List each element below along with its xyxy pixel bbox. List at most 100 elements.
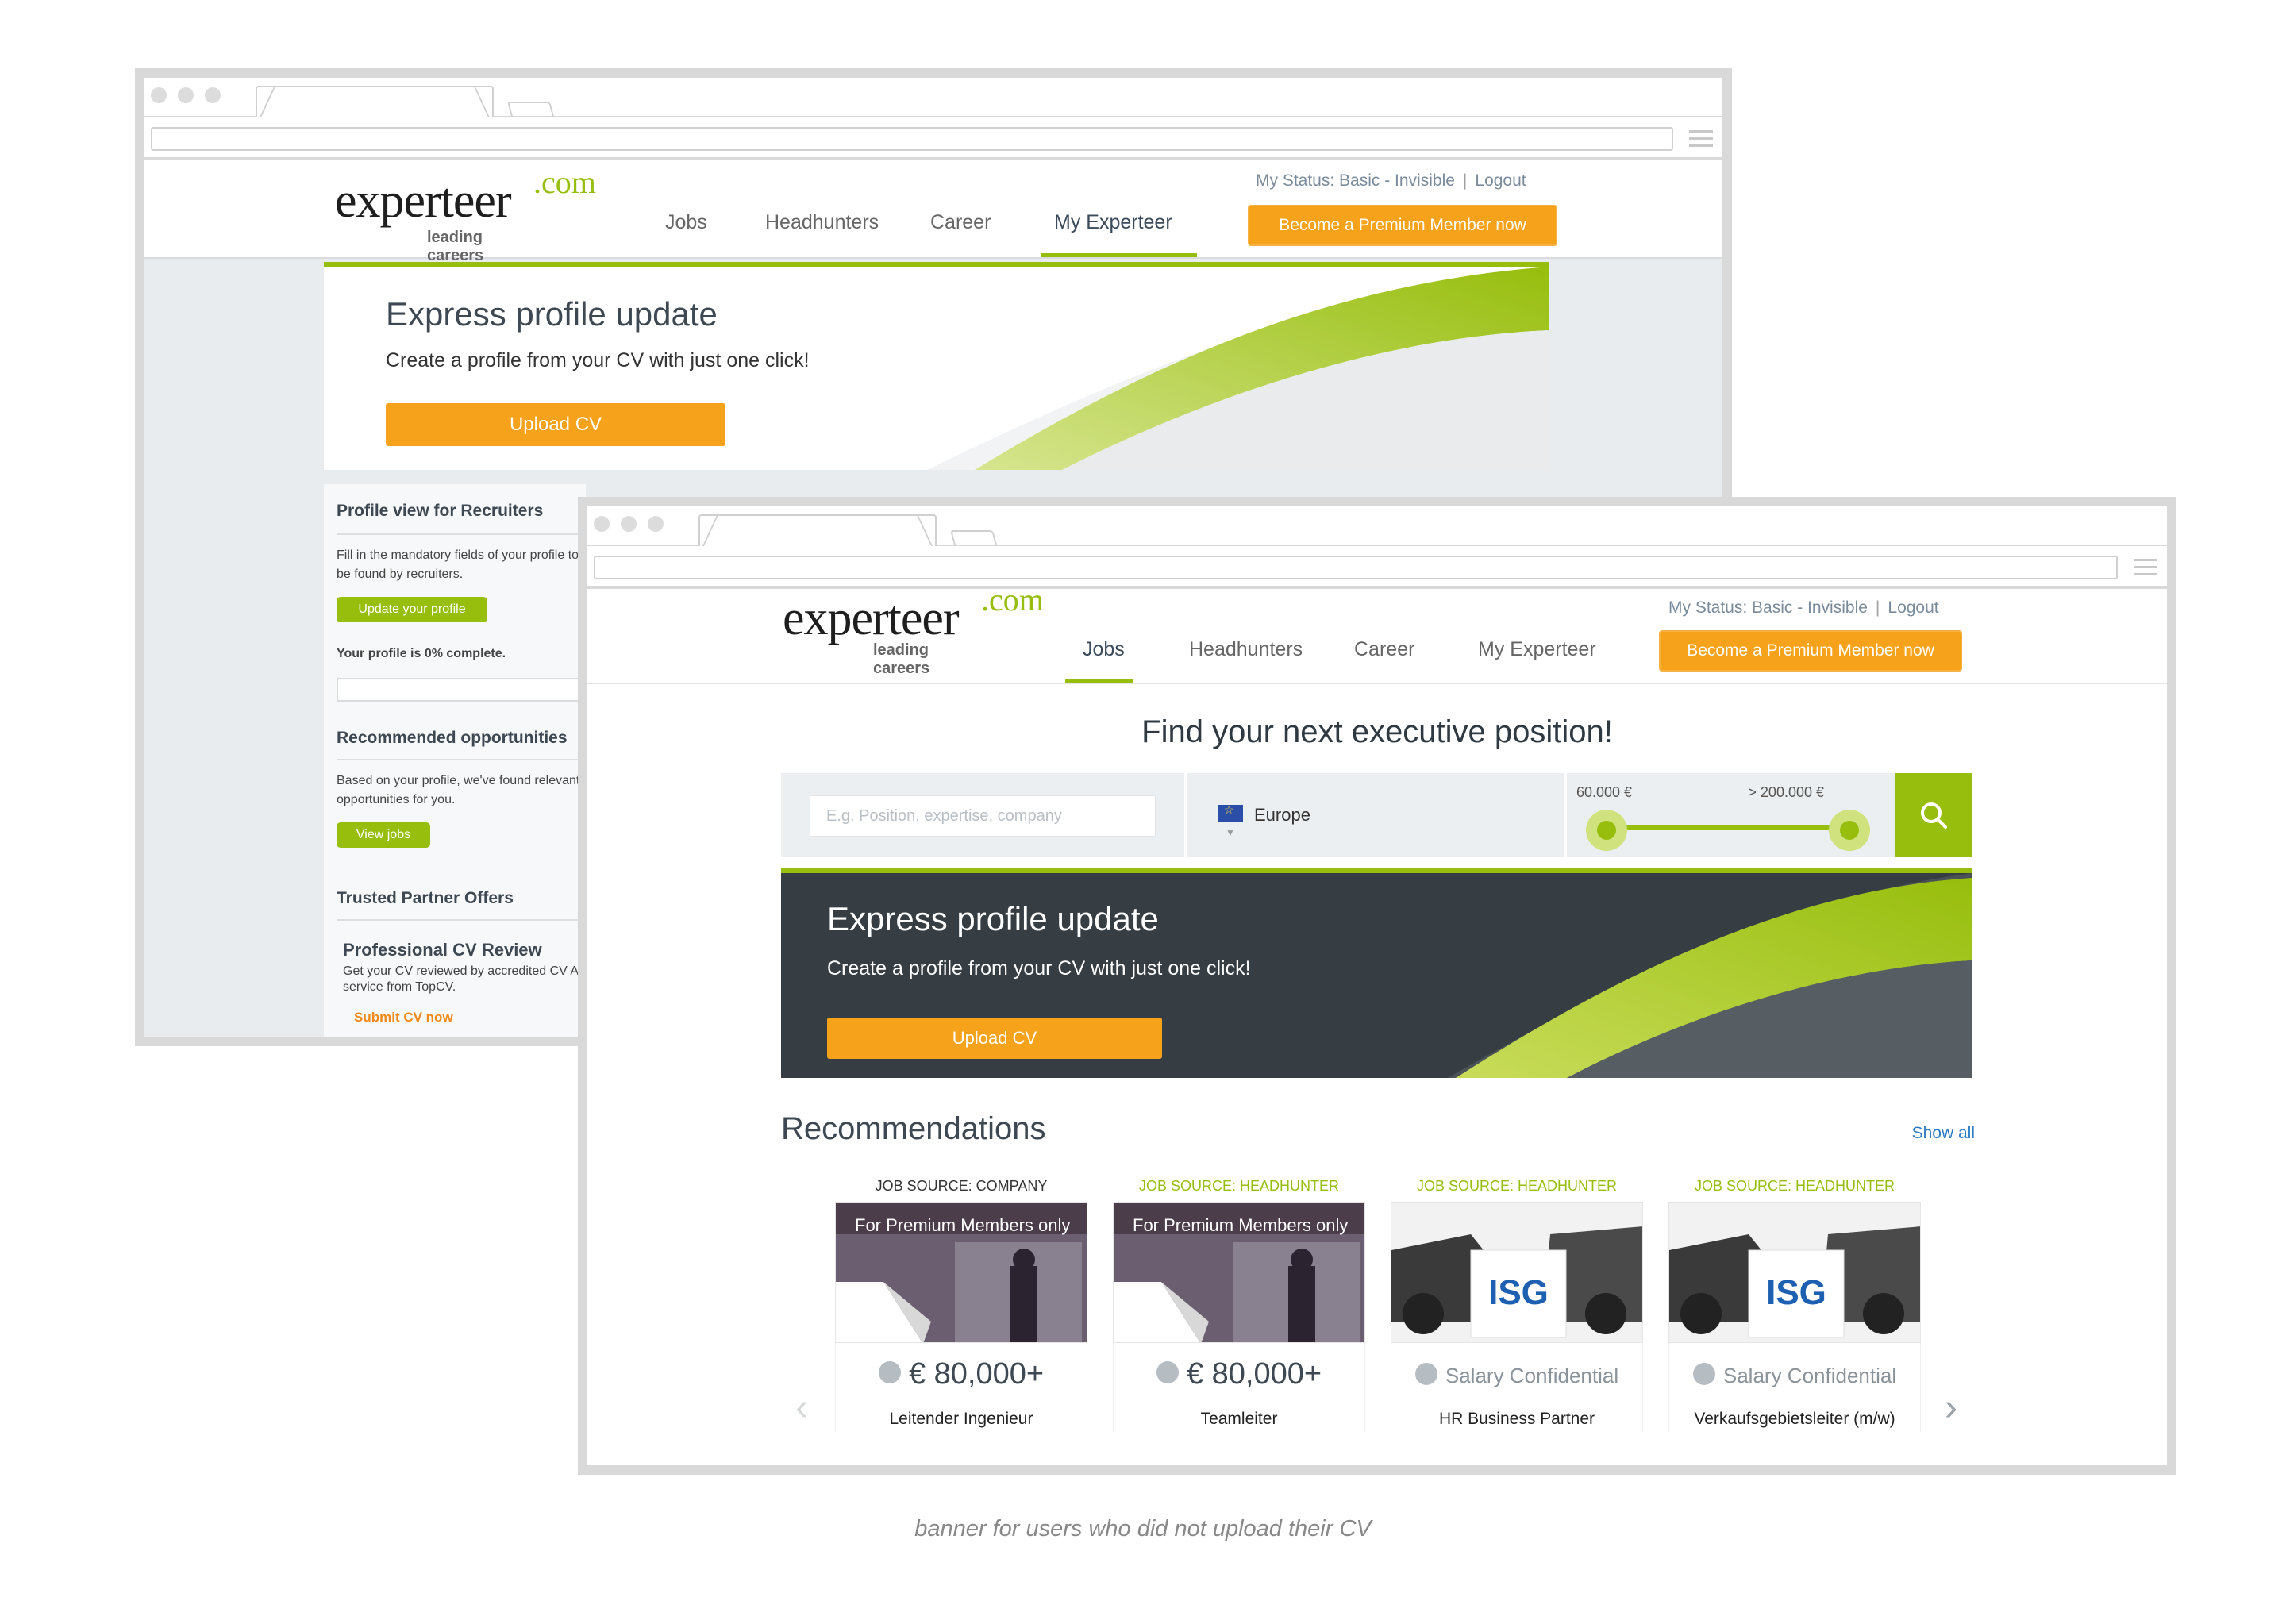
salary-text: Salary Confidential <box>1669 1363 1920 1388</box>
salary-max-handle[interactable] <box>1829 810 1870 851</box>
job-title: Teamleiter <box>1200 1410 1278 1428</box>
section-divider <box>337 759 586 760</box>
car-photo-graphic: ISG <box>1391 1203 1642 1342</box>
address-bar[interactable] <box>594 556 2118 579</box>
banner-swoosh-graphic <box>1448 873 1972 1078</box>
recommended-text: Based on your profile, we've found relev… <box>337 774 580 806</box>
nav-headhunters[interactable]: Headhunters <box>765 211 879 234</box>
profile-complete-text: Your profile is 0% complete. <box>337 647 506 660</box>
carousel-next-icon[interactable]: › <box>1945 1386 1957 1430</box>
nav-headhunters[interactable]: Headhunters <box>1189 638 1303 661</box>
job-title: Leitender Ingenieur <box>889 1410 1033 1428</box>
job-card[interactable]: JOB SOURCE: HEADHUNTER For Premium Membe… <box>1113 1178 1365 1432</box>
status-text: My Status: Basic - Invisible <box>1668 598 1868 617</box>
search-icon <box>1921 802 1947 829</box>
salary-icon <box>1414 1363 1437 1386</box>
close-dot-icon[interactable] <box>594 516 610 532</box>
show-all-link[interactable]: Show all <box>1832 1124 1975 1143</box>
update-profile-button[interactable]: Update your profile <box>337 597 487 622</box>
express-profile-banner: Express profile update Create a profile … <box>324 262 1549 470</box>
company-job-image: ISG <box>1391 1202 1643 1343</box>
job-source-label: JOB SOURCE: HEADHUNTER <box>1416 1178 1618 1194</box>
view-jobs-button[interactable]: View jobs <box>337 822 430 848</box>
status-line: My Status: Basic - Invisible | Logout <box>1256 171 1526 190</box>
salary-text: € 80,000+ <box>836 1357 1087 1391</box>
job-card[interactable]: JOB SOURCE: HEADHUNTER ISG Salary Confid… <box>1391 1178 1643 1432</box>
hero-title: Find your next executive position! <box>1141 714 1613 749</box>
search-divider <box>1184 773 1187 857</box>
address-bar[interactable] <box>151 127 1673 151</box>
nav-jobs[interactable]: Jobs <box>1083 638 1125 661</box>
job-source-label: JOB SOURCE: COMPANY <box>875 1178 1048 1194</box>
section-divider <box>337 919 586 921</box>
salary-icon <box>1156 1360 1179 1383</box>
express-profile-banner: Express profile update Create a profile … <box>781 868 1972 1078</box>
site-header: experteer .com leading careers Jobs Head… <box>587 589 2167 684</box>
logout-link[interactable]: Logout <box>1475 171 1526 190</box>
salary-text: € 80,000+ <box>1114 1357 1364 1391</box>
hamburger-menu-icon[interactable] <box>1689 130 1713 148</box>
close-dot-icon[interactable] <box>151 87 167 103</box>
region-select[interactable]: Europe <box>1254 805 1310 825</box>
browser-tab[interactable] <box>256 86 494 117</box>
company-job-image: ISG <box>1668 1202 1921 1343</box>
browser-tab[interactable] <box>698 514 937 546</box>
search-divider <box>1564 773 1567 857</box>
position-search-input[interactable]: E.g. Position, expertise, company <box>810 795 1156 837</box>
minimize-dot-icon[interactable] <box>178 87 194 103</box>
premium-button[interactable]: Become a Premium Member now <box>1659 630 1962 672</box>
banner-title: Express profile update <box>827 900 1159 937</box>
premium-only-label: For Premium Members only <box>855 1215 1071 1235</box>
status-text: My Status: Basic - Invisible <box>1256 171 1455 190</box>
search-button[interactable] <box>1895 773 1972 857</box>
profile-progress-bar <box>337 678 591 702</box>
new-tab-icon[interactable] <box>507 102 555 119</box>
salary-max-label: > 200.000 € <box>1748 784 1824 800</box>
banner-subtitle: Create a profile from your CV with just … <box>827 957 1251 979</box>
banner-swoosh-graphic <box>927 267 1549 470</box>
site-header: experteer .com leading careers Jobs Head… <box>144 160 1722 264</box>
trusted-partner-title: Trusted Partner Offers <box>337 889 514 907</box>
salary-icon <box>1692 1363 1715 1386</box>
job-source-label: JOB SOURCE: HEADHUNTER <box>1138 1178 1340 1194</box>
submit-cv-link[interactable]: Submit CV now <box>354 1008 608 1027</box>
salary-range-track[interactable] <box>1607 825 1849 830</box>
upload-cv-button[interactable]: Upload CV <box>386 403 725 446</box>
salary-min-handle[interactable] <box>1586 810 1627 851</box>
image-caption: banner for users who did not upload thei… <box>914 1516 1372 1541</box>
job-card[interactable]: JOB SOURCE: HEADHUNTER ISG Salary Confid… <box>1668 1178 1921 1432</box>
new-tab-icon[interactable] <box>950 530 998 548</box>
profile-sidebar: Profile view for Recruiters Fill in the … <box>324 484 591 1037</box>
maximize-dot-icon[interactable] <box>205 87 221 103</box>
hamburger-menu-icon[interactable] <box>2134 559 2157 576</box>
isg-logo-text: ISG <box>1488 1273 1549 1312</box>
minimize-dot-icon[interactable] <box>621 516 637 532</box>
recommended-opportunities-title: Recommended opportunities <box>337 729 568 747</box>
nav-my-experteer[interactable]: My Experteer <box>1054 211 1172 234</box>
job-title: Verkaufsgebietsleiter (m/w) <box>1694 1410 1895 1428</box>
premium-job-image: For Premium Members only <box>835 1202 1087 1343</box>
chevron-down-icon[interactable]: ▼ <box>1226 827 1235 838</box>
premium-button[interactable]: Become a Premium Member now <box>1248 205 1557 246</box>
profile-view-title: Profile view for Recruiters <box>337 502 544 520</box>
nav-jobs[interactable]: Jobs <box>665 211 707 234</box>
car-photo-graphic: ISG <box>1669 1203 1920 1342</box>
nav-career[interactable]: Career <box>1354 638 1414 661</box>
experteer-logo[interactable]: experteer .com leading careers <box>335 164 596 264</box>
job-title: HR Business Partner <box>1438 1410 1595 1428</box>
carousel-prev-icon[interactable]: ‹ <box>795 1386 808 1430</box>
banner-title: Express profile update <box>386 295 718 333</box>
tab-strip <box>587 506 2167 548</box>
nav-my-experteer[interactable]: My Experteer <box>1478 638 1596 661</box>
banner-subtitle: Create a profile from your CV with just … <box>386 349 810 371</box>
cv-review-title: Professional CV Review <box>343 940 542 960</box>
experteer-logo[interactable]: experteer .com leading careers <box>783 589 1044 677</box>
premium-job-image: For Premium Members only <box>1113 1202 1365 1343</box>
maximize-dot-icon[interactable] <box>648 516 664 532</box>
nav-career[interactable]: Career <box>930 211 991 234</box>
isg-logo-text: ISG <box>1766 1273 1826 1312</box>
logout-link[interactable]: Logout <box>1888 598 1938 617</box>
upload-cv-button[interactable]: Upload CV <box>827 1018 1162 1059</box>
profile-view-text: Fill in the mandatory fields of your pro… <box>337 548 579 581</box>
job-card[interactable]: JOB SOURCE: COMPANY For Premium Members … <box>835 1178 1087 1432</box>
